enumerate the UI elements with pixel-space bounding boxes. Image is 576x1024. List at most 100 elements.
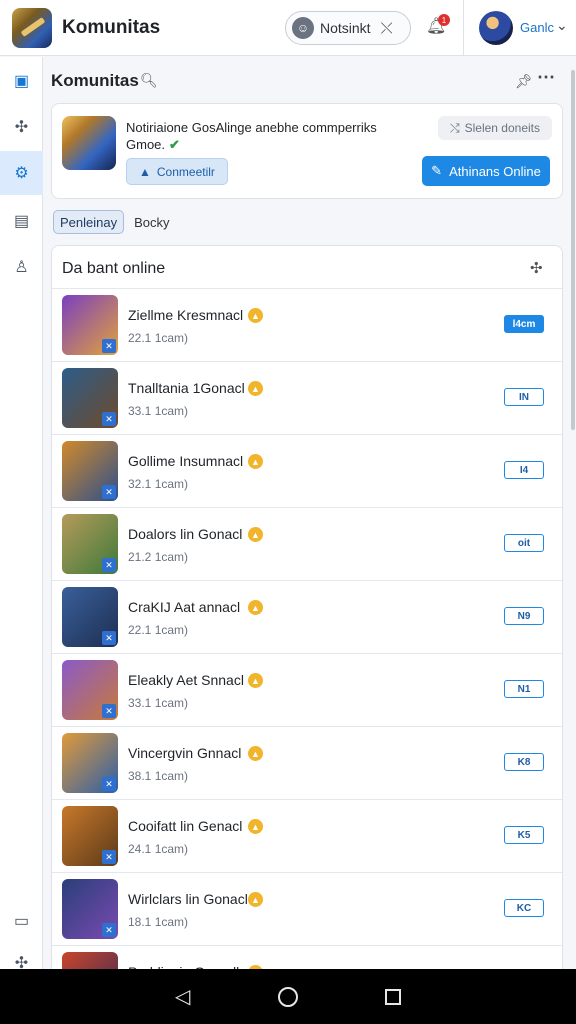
app-logo[interactable] (12, 7, 52, 48)
user-name[interactable]: Ganlc (520, 20, 554, 35)
search-pill[interactable]: ☺ Notsinkt ⤬ (285, 11, 411, 45)
list-item[interactable]: ✕ Vincergvin Gnnacl ▲ 38.1 1cam) K8 (52, 726, 562, 799)
folder-icon: ▭ (13, 913, 30, 930)
status-tag[interactable]: IN (504, 388, 544, 406)
status-tag[interactable]: N1 (504, 680, 544, 698)
connect-button[interactable]: ▲ Conmeetilr (126, 158, 228, 185)
rail-item-puzzle[interactable]: ✣ (0, 105, 43, 149)
search-icon[interactable]: 🔍︎ (140, 72, 158, 89)
extension-icon[interactable]: ✣ (530, 259, 543, 277)
home-button[interactable] (273, 982, 303, 1012)
system-nav-bar: ◁ (0, 969, 576, 1024)
notice-status-chip[interactable]: ⤭ Slelen doneits (438, 116, 552, 140)
list-item-meta: 38.1 1cam) (128, 769, 189, 783)
game-thumbnail: ✕ (62, 806, 118, 866)
coin-badge-icon: ▲ (248, 892, 263, 907)
tab-inactive[interactable]: Bocky (128, 210, 175, 234)
back-triangle-icon: ◁ (174, 986, 191, 1008)
puzzle-icon: ✣ (14, 119, 29, 136)
status-tag[interactable]: I4 (504, 461, 544, 479)
page-title: Komunitas (51, 71, 139, 90)
status-tag[interactable]: KC (504, 899, 544, 917)
list-item-meta: 21.2 1cam) (128, 550, 189, 564)
list-item-name: Wirlclars lin Gonacl (128, 891, 248, 907)
user-avatar[interactable] (479, 11, 513, 45)
rail-item-folder[interactable]: ▭ (0, 899, 43, 943)
triangle-icon: ▲ (139, 164, 151, 179)
status-tag[interactable]: K8 (504, 753, 544, 771)
recents-square-icon (385, 988, 402, 1005)
coin-badge-icon: ▲ (248, 819, 263, 834)
recents-button[interactable] (378, 982, 408, 1012)
corner-badge-icon: ✕ (102, 485, 116, 499)
scrollbar[interactable] (571, 70, 575, 430)
corner-badge-icon: ✕ (102, 777, 116, 791)
rail-item-briefcase[interactable]: ▣ (0, 59, 43, 103)
chevron-down-icon[interactable]: ⌄ (556, 17, 568, 34)
list-item[interactable]: ✕ Ziellme Kresmnacl ▲ 22.1 1cam) l4cm (52, 288, 562, 361)
notice-subtext-label: Gmoe. (126, 137, 166, 152)
list-item-meta: 33.1 1cam) (128, 696, 189, 710)
notice-card: Notiriaione GosAlinge anebhe commperriks… (51, 103, 563, 199)
list-item-meta: 22.1 1cam) (128, 331, 189, 345)
main-content: Komunitas 🔍︎ 📌︎ ⋯ Notiriaione GosAlinge … (43, 57, 576, 969)
user-outline-icon: ♙ (14, 259, 29, 276)
game-thumbnail: ✕ (62, 441, 118, 501)
game-thumbnail: ✕ (62, 952, 118, 969)
online-list: ✕ Ziellme Kresmnacl ▲ 22.1 1cam) l4cm ✕ Tnallt… (52, 288, 562, 969)
chat-icon: ▤ (13, 213, 30, 230)
status-tag[interactable]: N9 (504, 607, 544, 625)
coin-badge-icon: ▲ (248, 746, 263, 761)
checkmark-icon: ✔ (169, 137, 180, 152)
tab-bar: Penleinay Bocky (53, 210, 176, 234)
game-thumbnail: ✕ (62, 879, 118, 939)
list-item-meta: 33.1 1cam) (128, 404, 189, 418)
list-item[interactable]: ✕ Cooifatt lin Genacl ▲ 24.1 1cam) K5 (52, 799, 562, 872)
list-item[interactable]: ✕ Doalors lin Gonacl ▲ 21.2 1cam) oit (52, 507, 562, 580)
list-item[interactable]: ✕ Eleakly Aet Snnacl ▲ 33.1 1cam) N1 (52, 653, 562, 726)
pin-icon[interactable]: 📌︎ (515, 73, 533, 90)
shuffle-icon: ⤭ (450, 120, 460, 135)
notification-count-badge: 1 (438, 14, 450, 26)
top-bar: Komunitas ☺ Notsinkt ⤬ 🔔︎ 1 Ganlc ⌄ (0, 0, 576, 56)
rail-item-chat[interactable]: ▤ (0, 199, 43, 243)
coin-badge-icon: ▲ (248, 454, 263, 469)
left-rail: ▣ ✣ ⚙ ▤ ♙ ▭ ✣ (0, 57, 43, 972)
list-item-name: Ziellme Kresmnacl (128, 307, 244, 323)
list-item[interactable]: ✕ CraKIJ Aat annacl ▲ 22.1 1cam) N9 (52, 580, 562, 653)
online-button[interactable]: ✎ Athinans Online (422, 156, 550, 186)
status-tag[interactable]: oit (504, 534, 544, 552)
list-title: Da bant online (62, 260, 166, 277)
notice-subtext: Gmoe. ✔ (126, 137, 180, 153)
tab-active[interactable]: Penleinay (53, 210, 125, 234)
status-tag[interactable]: K5 (504, 826, 544, 844)
rail-item-user[interactable]: ♙ (0, 245, 43, 289)
game-thumbnail: ✕ (62, 733, 118, 793)
clear-icon[interactable]: ⤬ (381, 20, 393, 37)
list-item[interactable]: ✕ Gollime Insumnacl ▲ 32.1 1cam) I4 (52, 434, 562, 507)
back-button[interactable]: ◁ (168, 982, 198, 1012)
list-item-meta: 22.1 1cam) (128, 623, 189, 637)
list-item-name: Doalors lin Gonacl (128, 526, 243, 542)
list-item[interactable]: ✕ Tnalltania 1Gonacl ▲ 33.1 1cam) IN (52, 361, 562, 434)
corner-badge-icon: ✕ (102, 339, 116, 353)
list-item[interactable]: ✕ Wirlclars lin Gonacl ▲ 18.1 1cam) KC (52, 872, 562, 945)
gear-icon: ⚙ (14, 165, 29, 182)
more-options-icon[interactable]: ⋯ (537, 67, 556, 88)
corner-badge-icon: ✕ (102, 704, 116, 718)
list-item-meta: 24.1 1cam) (128, 842, 189, 856)
list-item-name: CraKIJ Aat annacl (128, 599, 241, 615)
game-thumbnail: ✕ (62, 587, 118, 647)
rail-item-settings[interactable]: ⚙ (0, 151, 43, 195)
corner-badge-icon: ✕ (102, 558, 116, 572)
list-item-meta: 18.1 1cam) (128, 915, 189, 929)
notifications-button[interactable]: 🔔︎ 1 (426, 14, 450, 38)
list-item[interactable]: ✕Porhliania Gonadl▲ (52, 945, 562, 969)
search-pill-label: Notsinkt (320, 20, 371, 36)
coin-badge-icon: ▲ (248, 600, 263, 615)
search-avatar-icon: ☺ (292, 17, 314, 39)
coin-badge-icon: ▲ (248, 381, 263, 396)
status-tag[interactable]: l4cm (504, 315, 544, 333)
game-thumbnail: ✕ (62, 660, 118, 720)
corner-badge-icon: ✕ (102, 923, 116, 937)
